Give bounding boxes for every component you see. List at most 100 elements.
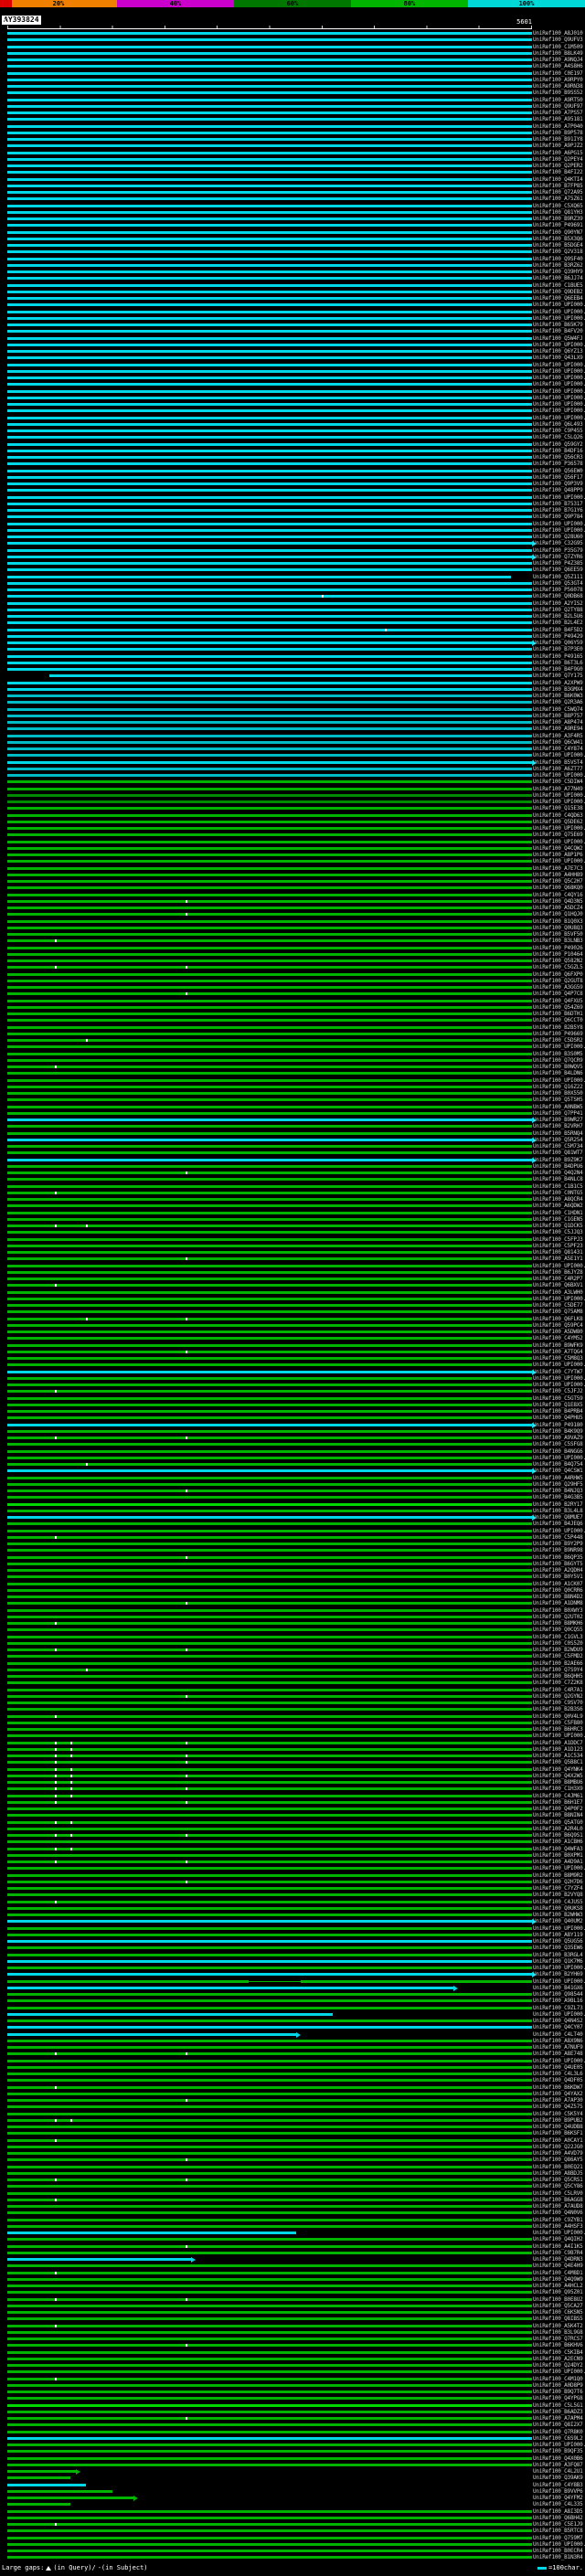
hit-label[interactable]: UniRef100_C1BUE5 [533, 282, 585, 289]
hit-label[interactable]: UniRef100_UPI000... [533, 1528, 585, 1534]
hit-bar[interactable] [7, 959, 532, 962]
hit-bar[interactable] [7, 1867, 532, 1871]
hit-label[interactable]: UniRef100_C5M734 [533, 1143, 585, 1150]
hit-bar[interactable] [7, 250, 532, 254]
hit-bar[interactable] [7, 1588, 532, 1592]
hit-label[interactable]: UniRef100_C5PF23 [533, 1243, 585, 1249]
hit-label[interactable]: UniRef100_Q43LX9 [533, 355, 585, 361]
hit-bar[interactable] [7, 1237, 532, 1241]
hit-bar[interactable] [7, 1343, 532, 1347]
hit-bar[interactable] [7, 1655, 532, 1659]
hit-label[interactable]: UniRef100_Q59GY2 [533, 441, 585, 448]
hit-label[interactable]: UniRef100_C5KIB4 [533, 2349, 585, 2356]
hit-bar[interactable] [7, 615, 532, 618]
hit-bar[interactable] [7, 1429, 532, 1433]
hit-bar[interactable] [7, 2052, 532, 2056]
hit-bar[interactable] [7, 1794, 532, 1797]
hit-bar[interactable] [7, 91, 532, 95]
hit-label[interactable]: UniRef100_A1CK07 [533, 1581, 585, 1587]
hit-label[interactable]: UniRef100_Q7S9Y4 [533, 1667, 585, 1673]
hit-bar[interactable] [7, 1270, 532, 1274]
hit-bar[interactable] [7, 1973, 532, 1977]
hit-label[interactable]: UniRef100_A1DDC7 [533, 1740, 585, 1746]
hit-label[interactable]: UniRef100_B5X3Q6 [533, 236, 585, 242]
hit-bar[interactable] [7, 1913, 532, 1916]
hit-bar[interactable] [7, 1005, 532, 1009]
hit-bar[interactable] [7, 482, 532, 485]
hit-bar[interactable] [7, 350, 532, 353]
hit-bar[interactable] [7, 1065, 532, 1068]
hit-bar[interactable] [7, 1145, 532, 1148]
hit-label[interactable]: UniRef100_P49429 [533, 633, 585, 640]
hit-bar[interactable] [7, 416, 532, 419]
hit-label[interactable]: UniRef100_B6JYZ8 [533, 1269, 585, 1276]
hit-label[interactable]: UniRef100_B9PUB2 [533, 2117, 585, 2124]
hit-bar[interactable] [7, 853, 532, 856]
hit-bar[interactable] [7, 1522, 532, 1526]
hit-bar[interactable] [7, 2165, 532, 2168]
hit-bar[interactable] [7, 2145, 532, 2148]
hit-bar[interactable] [7, 2463, 532, 2466]
hit-bar[interactable] [7, 780, 532, 784]
hit-label[interactable]: UniRef100_UPI000... [533, 1455, 585, 1461]
hit-label[interactable]: UniRef100_Q53GT4 [533, 580, 585, 587]
hit-bar[interactable] [7, 2238, 532, 2242]
hit-bar[interactable] [7, 880, 532, 883]
hit-bar[interactable] [7, 1217, 532, 1221]
hit-label[interactable]: UniRef100_Q6FXP0 [533, 971, 585, 978]
hit-label[interactable]: UniRef100_Q4X2W5 [533, 1773, 585, 1779]
hit-label[interactable]: UniRef100_A3LWH0 [533, 1289, 585, 1296]
hit-label[interactable]: UniRef100_B6GYT5 [533, 1561, 585, 1567]
hit-label[interactable]: UniRef100_Q86AY5 [533, 2157, 585, 2163]
hit-label[interactable]: UniRef100_B0XWY3 [533, 1607, 585, 1614]
hit-label[interactable]: UniRef100_Q5Z111 [533, 574, 585, 580]
hit-label[interactable]: UniRef100_C5XQ65 [533, 203, 585, 209]
hit-bar[interactable] [7, 2118, 532, 2122]
hit-label[interactable]: UniRef100_Q7Y175 [533, 673, 585, 679]
hit-label[interactable]: UniRef100_Q54Z69 [533, 1004, 585, 1011]
hit-label[interactable]: UniRef100_A5DW80 [533, 1329, 585, 1335]
hit-bar[interactable] [7, 2277, 532, 2281]
hit-bar[interactable] [7, 1661, 532, 1665]
hit-label[interactable]: UniRef100_B2WDU9 [533, 1647, 585, 1653]
hit-bar[interactable] [7, 1184, 532, 1188]
hit-label[interactable]: UniRef100_UPI000... [533, 1382, 585, 1388]
hit-bar[interactable] [7, 290, 532, 293]
hit-bar[interactable] [7, 1052, 532, 1055]
hit-bar[interactable] [7, 409, 532, 413]
hit-label[interactable]: UniRef100_A5K4T2 [533, 2323, 585, 2329]
hit-label[interactable]: UniRef100_Q4YAX2 [533, 2091, 585, 2097]
hit-bar[interactable] [7, 78, 532, 81]
hit-bar[interactable] [7, 1834, 532, 1837]
hit-bar[interactable] [7, 522, 532, 525]
hit-bar[interactable] [7, 1529, 532, 1532]
hit-label[interactable]: UniRef100_Q68KQ0 [533, 885, 585, 891]
hit-label[interactable]: UniRef100_UPI000... [533, 408, 585, 414]
hit-label[interactable]: UniRef100_P49026 [533, 945, 585, 951]
hit-label[interactable]: UniRef100_B1N3R4 [533, 2554, 585, 2560]
hit-label[interactable]: UniRef100_B2VRH7 [533, 1123, 585, 1129]
hit-bar[interactable] [7, 939, 532, 943]
hit-bar[interactable] [7, 283, 532, 287]
hit-label[interactable]: UniRef100_B2WHW3 [533, 1912, 585, 1918]
hit-bar[interactable] [7, 1072, 532, 1076]
hit-bar[interactable] [7, 2079, 532, 2083]
hit-bar[interactable] [7, 999, 532, 1002]
hit-bar[interactable] [7, 197, 532, 201]
hit-bar[interactable] [7, 1482, 532, 1486]
hit-bar[interactable] [7, 336, 532, 340]
hit-label[interactable]: UniRef100_UPI000... [533, 1965, 585, 1971]
hit-label[interactable]: UniRef100_B4NGG6 [533, 1448, 585, 1455]
hit-label[interactable]: UniRef100_UPI000... [533, 521, 585, 527]
hit-label[interactable]: UniRef100_Q7PP41 [533, 1110, 585, 1117]
hit-bar[interactable] [7, 2205, 532, 2208]
hit-bar[interactable] [7, 2039, 532, 2042]
hit-label[interactable]: UniRef100_Q28U60 [533, 534, 585, 540]
hit-bar[interactable] [7, 515, 532, 519]
hit-label[interactable]: UniRef100_UPI000... [533, 772, 585, 779]
hit-bar[interactable] [7, 2231, 296, 2234]
hit-label[interactable]: UniRef100_A6PG15 [533, 150, 585, 156]
hit-label[interactable]: UniRef100_A3FQ87 [533, 2462, 585, 2468]
hit-label[interactable]: UniRef100_Q0CQ55 [533, 1627, 585, 1633]
hit-label[interactable]: UniRef100_A4HH89 [533, 872, 585, 878]
